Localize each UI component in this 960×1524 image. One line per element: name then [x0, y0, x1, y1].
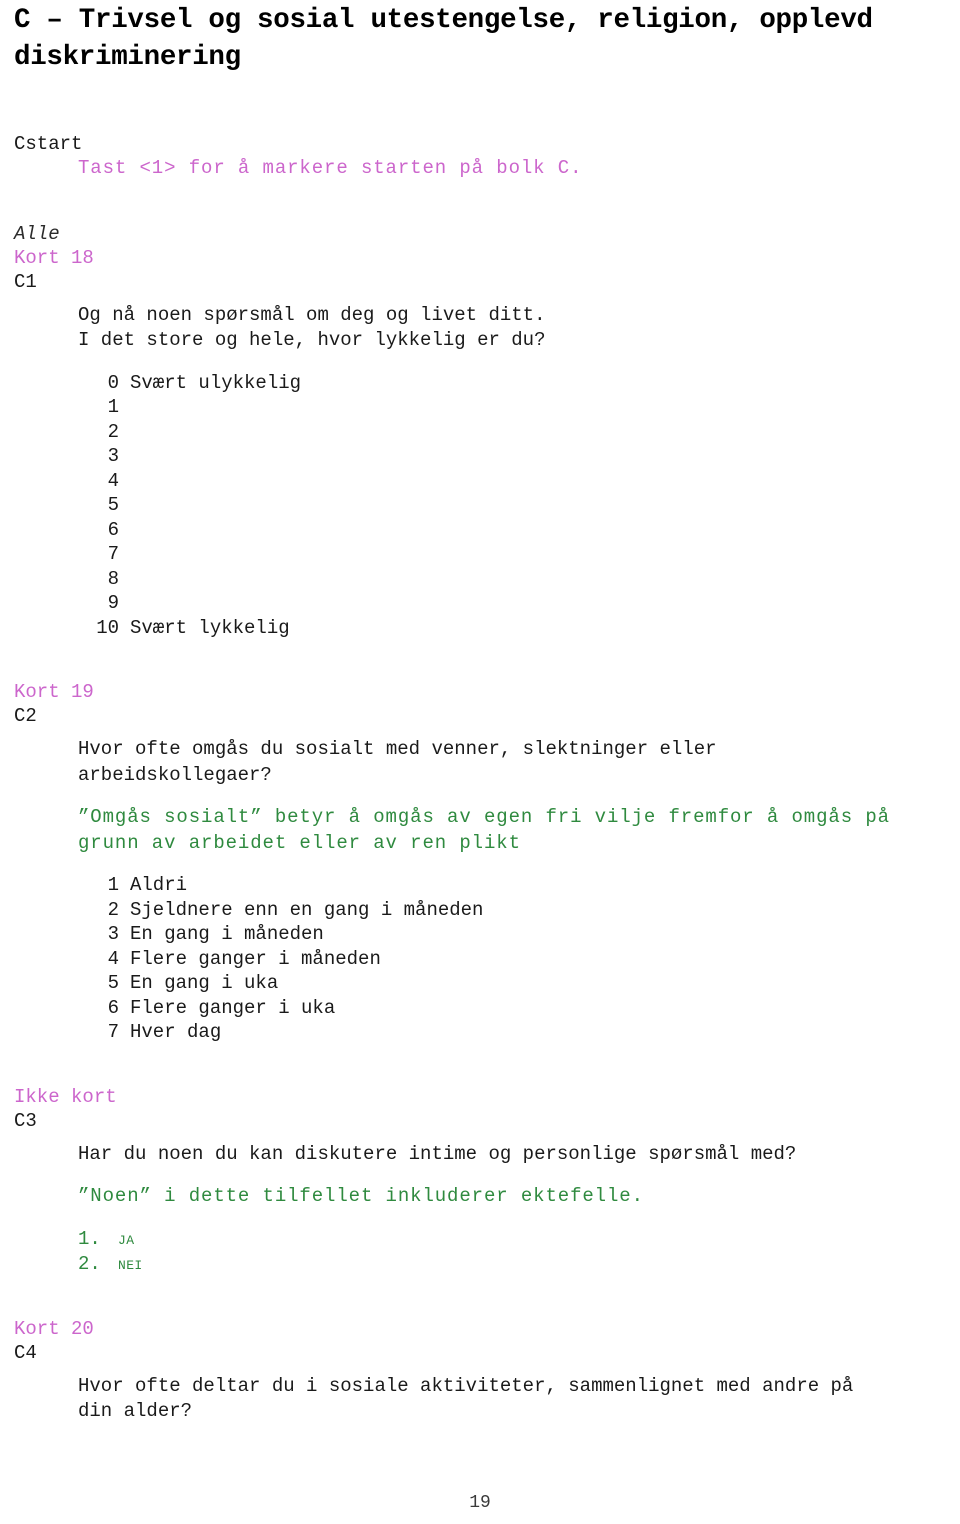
option-code: 1. [78, 1227, 101, 1250]
option-code: 5 [107, 494, 119, 516]
instruction-cstart: Tast <1> for å markere starten på bolk C… [78, 157, 583, 179]
option-code: 8 [107, 567, 119, 590]
scale-item[interactable]: 3 [14, 444, 946, 469]
question-id-c1: C1 [14, 270, 37, 293]
option-label: Hver dag [130, 1021, 222, 1043]
scale-item[interactable]: 0 Svært ulykkelig [14, 371, 946, 396]
option-code: 6 [107, 996, 119, 1019]
question-text-c1-line1: Og nå noen spørsmål om deg og livet ditt… [78, 303, 546, 326]
instruction-c2: ”Omgås sosialt” betyr å omgås av egen fr… [78, 806, 890, 854]
question-block-c3: Ikke kort C3 Har du noen du kan diskuter… [14, 1085, 946, 1277]
card-label-c1: Kort 18 [14, 246, 94, 269]
option-code: 4 [107, 947, 119, 970]
option-code: 0 [107, 371, 119, 394]
option-code: 2. [78, 1252, 101, 1275]
option-code: 5 [107, 972, 119, 994]
scale-item[interactable]: 1 [14, 395, 946, 420]
question-id-c4: C4 [14, 1341, 37, 1364]
question-id-cstart: Cstart [14, 133, 83, 155]
question-text-c1-line2: I det store og hele, hvor lykkelig er du… [78, 329, 546, 351]
question-text-c2: Hvor ofte omgås du sosialt med venner, s… [78, 738, 717, 786]
answer-options-c2: 1 Aldri 2 Sjeldnere enn en gang i månede… [14, 873, 946, 1045]
option-label: En gang i måneden [130, 923, 324, 945]
scale-item[interactable]: 6 [14, 518, 946, 543]
option-label: Flere ganger i måneden [130, 947, 381, 970]
option-code: 2 [107, 420, 119, 443]
card-label-c4: Kort 20 [14, 1317, 94, 1340]
answer-options-c3: 1. Ja 2. Nei [14, 1227, 946, 1277]
option-item[interactable]: 5 En gang i uka [14, 971, 946, 996]
option-code: 1 [107, 874, 119, 896]
option-code: 3 [107, 445, 119, 467]
option-item[interactable]: 1 Aldri [14, 873, 946, 898]
scale-item[interactable]: 5 [14, 493, 946, 518]
scale-item[interactable]: 2 [14, 420, 946, 445]
option-label: En gang i uka [130, 972, 279, 994]
document-page: C – Trivsel og sosial utestengelse, reli… [0, 0, 960, 1524]
answer-scale-c1: 0 Svært ulykkelig 1 2 3 4 5 6 7 8 9 10 S… [14, 371, 946, 641]
option-item[interactable]: 2 Sjeldnere enn en gang i måneden [14, 898, 946, 923]
option-label: Svært ulykkelig [130, 371, 302, 394]
question-text-c3: Har du noen du kan diskutere intime og p… [78, 1142, 797, 1165]
page-number: 19 [469, 1493, 491, 1513]
question-text-c4: Hvor ofte deltar du i sosiale aktivitete… [78, 1374, 854, 1423]
option-label: Flere ganger i uka [130, 996, 336, 1019]
option-code: 1 [107, 396, 119, 418]
scale-item[interactable]: 8 [14, 567, 946, 592]
option-item[interactable]: 7 Hver dag [14, 1020, 946, 1045]
question-block-c2: Kort 19 C2 Hvor ofte omgås du sosialt me… [14, 680, 946, 1045]
option-item[interactable]: 1. Ja [78, 1227, 946, 1252]
scale-item[interactable]: 9 [14, 591, 946, 616]
option-label: Svært lykkelig [130, 616, 290, 639]
question-block-cstart: Cstart Tast <1> for å markere starten på… [14, 132, 946, 182]
scale-item[interactable]: 10 Svært lykkelig [14, 616, 946, 641]
page-title: C – Trivsel og sosial utestengelse, reli… [14, 5, 889, 73]
question-id-c2: C2 [14, 705, 37, 727]
option-label: Sjeldnere enn en gang i måneden [130, 898, 484, 921]
option-label: Nei [118, 1252, 143, 1275]
routing-label-c1: Alle [14, 222, 60, 245]
option-code: 4 [107, 469, 119, 492]
scale-item[interactable]: 7 [14, 542, 946, 567]
option-item[interactable]: 6 Flere ganger i uka [14, 996, 946, 1021]
option-item[interactable]: 2. Nei [78, 1252, 946, 1277]
option-code: 7 [107, 1021, 119, 1043]
option-code: 6 [107, 518, 119, 541]
question-block-c4: Kort 20 C4 Hvor ofte deltar du i sosiale… [14, 1317, 946, 1425]
option-label: Aldri [130, 874, 188, 896]
scale-item[interactable]: 4 [14, 469, 946, 494]
option-item[interactable]: 4 Flere ganger i måneden [14, 947, 946, 972]
option-code: 7 [107, 543, 119, 565]
option-label: Ja [118, 1227, 135, 1250]
question-id-c3: C3 [14, 1109, 37, 1132]
option-code: 3 [107, 923, 119, 945]
card-label-c3: Ikke kort [14, 1085, 117, 1108]
option-code: 2 [107, 898, 119, 921]
option-code: 10 [96, 616, 119, 639]
question-block-c1: Alle Kort 18 C1 Og nå noen spørsmål om d… [14, 222, 946, 641]
option-code: 9 [107, 592, 119, 614]
option-item[interactable]: 3 En gang i måneden [14, 922, 946, 947]
instruction-c3: ”Noen” i dette tilfellet inkluderer ekte… [78, 1185, 644, 1207]
card-label-c2: Kort 19 [14, 681, 94, 703]
